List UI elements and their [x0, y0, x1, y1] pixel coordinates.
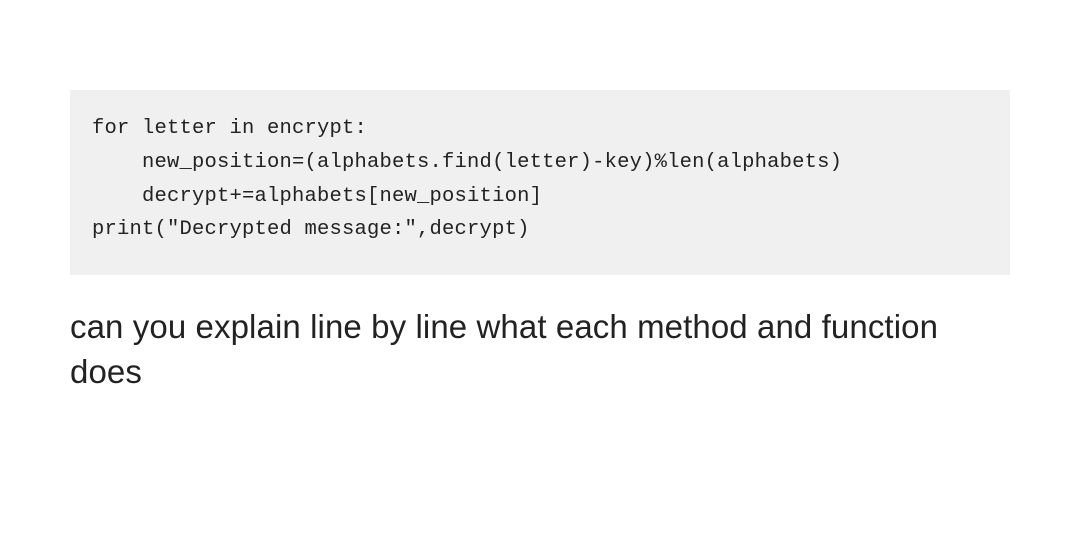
- question-text: can you explain line by line what each m…: [70, 305, 1010, 394]
- code-line-4: print("Decrypted message:",decrypt): [92, 213, 988, 247]
- code-line-3: decrypt+=alphabets[new_position]: [92, 180, 988, 214]
- code-line-2: new_position=(alphabets.find(letter)-key…: [92, 146, 988, 180]
- code-line-1: for letter in encrypt:: [92, 112, 988, 146]
- code-block: for letter in encrypt: new_position=(alp…: [70, 90, 1010, 275]
